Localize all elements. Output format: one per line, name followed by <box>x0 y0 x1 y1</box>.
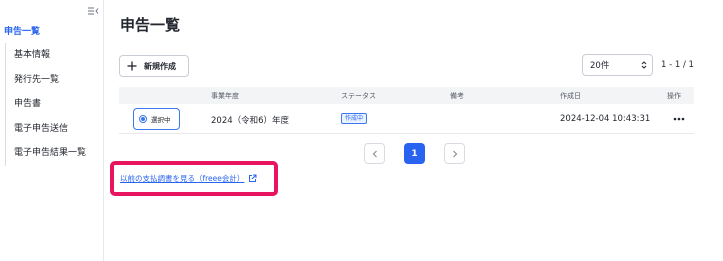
table-header: 事業年度 ステータス 備考 作成日 操作 <box>119 87 694 104</box>
per-page-value: 20件 <box>590 61 610 71</box>
pagination-next-button[interactable] <box>444 143 465 164</box>
new-button[interactable]: 新規作成 <box>119 55 189 77</box>
row-created: 2024-12-04 10:43:31 <box>560 114 651 124</box>
chevron-right-icon <box>452 150 457 157</box>
column-header-status: ステータス <box>341 92 376 100</box>
row-select-radio[interactable]: 選択中 <box>133 108 180 130</box>
table-row[interactable]: 選択中 2024（令和6）年度 作成中 2024-12-04 10:43:31 <box>119 104 694 134</box>
row-year: 2024（令和6）年度 <box>211 116 290 126</box>
select-arrows-icon <box>641 61 647 69</box>
history-link-text: 以前の支払調書を見る（freee会計） <box>120 174 245 183</box>
plus-icon <box>127 61 137 71</box>
new-button-label: 新規作成 <box>144 61 176 71</box>
per-page-select[interactable]: 20件 <box>582 54 653 76</box>
page-title: 申告一覧 <box>120 16 181 34</box>
sidebar-item-basic-info[interactable]: 基本情報 <box>6 43 101 68</box>
column-header-created: 作成日 <box>560 92 581 100</box>
sidebar: 申告一覧 基本情報 発行先一覧 申告書 電子申告送信 電子申告結果一覧 <box>0 0 104 261</box>
column-header-year: 事業年度 <box>211 92 239 100</box>
sidebar-subnav: 基本情報 発行先一覧 申告書 電子申告送信 電子申告結果一覧 <box>5 43 101 166</box>
status-badge: 作成中 <box>341 113 368 124</box>
pagination-prev-button[interactable] <box>364 143 385 164</box>
more-icon[interactable] <box>673 117 685 121</box>
sidebar-item-issuer-list[interactable]: 発行先一覧 <box>6 68 101 93</box>
pagination-current-page[interactable]: 1 <box>404 143 425 164</box>
column-header-action: 操作 <box>667 92 681 100</box>
column-header-note: 備考 <box>450 92 464 100</box>
radio-icon <box>139 115 147 123</box>
row-selected-label: 選択中 <box>151 116 171 124</box>
history-link[interactable]: 以前の支払調書を見る（freee会計） <box>120 173 257 184</box>
sidebar-item-e-filing-results[interactable]: 電子申告結果一覧 <box>6 141 101 166</box>
chevron-left-icon <box>372 150 377 157</box>
sidebar-collapse-icon[interactable] <box>87 2 99 15</box>
sidebar-item-e-filing-send[interactable]: 電子申告送信 <box>6 117 101 142</box>
external-link-icon <box>249 174 257 182</box>
declaration-table: 事業年度 ステータス 備考 作成日 操作 選択中 2024（令和6）年度 作成中… <box>119 87 694 134</box>
sidebar-item-declaration-list[interactable]: 申告一覧 <box>4 24 40 37</box>
sidebar-item-declaration-form[interactable]: 申告書 <box>6 92 101 117</box>
result-range: 1 - 1 / 1 <box>661 60 694 70</box>
